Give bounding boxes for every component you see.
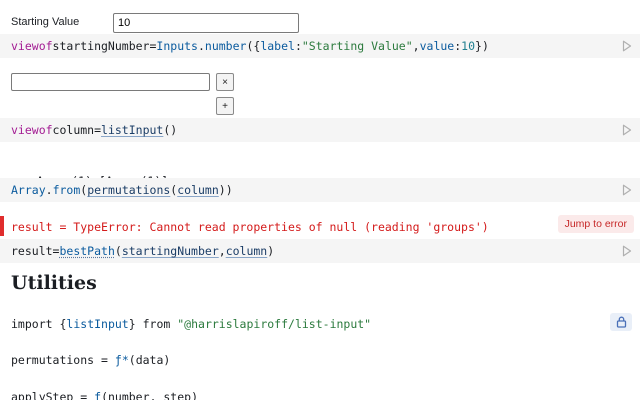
property-key: label: [260, 39, 295, 53]
variable-name: permutations: [11, 353, 95, 367]
keyword: viewof: [11, 39, 53, 53]
operator: =: [101, 353, 108, 367]
object-name: Inputs: [156, 39, 198, 53]
colon: :: [454, 39, 462, 53]
variable-name: column: [52, 123, 95, 137]
import-source: "@harrislapiroff/list-input": [177, 317, 372, 331]
number-literal: 10: [461, 39, 476, 53]
keyword: from: [142, 317, 171, 331]
permutations-cell[interactable]: permutations = ƒ*(data): [11, 353, 170, 367]
error-indicator: [0, 216, 4, 236]
list-item-input[interactable]: [11, 73, 210, 91]
dot: .: [45, 183, 53, 197]
remove-item-button[interactable]: ×: [216, 73, 234, 91]
close-paren: )): [218, 183, 233, 197]
brace: }: [128, 317, 136, 331]
variable-link[interactable]: column: [226, 244, 268, 258]
open-paren: ({: [246, 39, 261, 53]
apply-step-cell[interactable]: applyStep = ƒ(number, step): [11, 390, 198, 400]
close-paren: ): [267, 244, 275, 258]
object-name: Array: [11, 183, 46, 197]
variable-link[interactable]: startingNumber: [122, 244, 219, 258]
variable-name: startingNumber: [52, 39, 150, 53]
property-key: value: [419, 39, 455, 53]
add-item-button[interactable]: +: [216, 97, 234, 115]
open-paren: (: [114, 244, 122, 258]
open-paren: (: [170, 183, 178, 197]
jump-to-error-button[interactable]: Jump to error: [557, 215, 634, 233]
cell-viewof-starting-number[interactable]: viewof startingNumber = Inputs. number({l…: [0, 34, 640, 58]
function-link[interactable]: permutations: [87, 183, 170, 197]
dot: .: [197, 39, 205, 53]
comma: ,: [412, 39, 420, 53]
cell-array-from[interactable]: Array. from(permutations(column)): [0, 178, 640, 202]
lock-icon[interactable]: [610, 313, 632, 331]
cell-result[interactable]: result = bestPath(startingNumber, column…: [0, 239, 640, 263]
keyword: viewof: [11, 123, 53, 137]
variable-name: result: [11, 244, 53, 258]
starting-value-input[interactable]: [113, 13, 299, 33]
operator: =: [149, 39, 157, 53]
function-link[interactable]: bestPath: [59, 244, 114, 258]
run-cell-icon[interactable]: [622, 184, 632, 196]
run-cell-icon[interactable]: [622, 40, 632, 52]
method-name: from: [52, 183, 81, 197]
operator: =: [52, 244, 60, 258]
string-literal: "Starting Value": [301, 39, 413, 53]
variable-name: applyStep: [11, 390, 74, 400]
operator: =: [80, 390, 88, 400]
operator: =: [94, 123, 102, 137]
function-args: (data): [128, 353, 171, 367]
open-paren: (: [80, 183, 88, 197]
function-glyph: ƒ*: [114, 353, 129, 367]
function-args: (number, step): [101, 390, 198, 400]
starting-value-label: Starting Value: [11, 16, 80, 28]
close-paren: }): [475, 39, 489, 53]
call-parens: (): [163, 123, 178, 137]
keyword: import: [11, 317, 53, 331]
variable-link[interactable]: column: [177, 183, 219, 197]
run-cell-icon[interactable]: [622, 124, 632, 136]
cell-viewof-column[interactable]: viewof column = listInput(): [0, 118, 640, 142]
function-link[interactable]: listInput: [101, 123, 163, 137]
comma: ,: [218, 244, 226, 258]
colon: :: [294, 39, 302, 53]
import-cell[interactable]: import {listInput} from "@harrislapiroff…: [11, 317, 371, 331]
method-name: number: [204, 39, 247, 53]
section-heading: Utilities: [11, 272, 97, 294]
error-message: result = TypeError: Cannot read properti…: [11, 220, 489, 234]
imported-name: listInput: [66, 317, 129, 331]
run-cell-icon[interactable]: [622, 245, 632, 257]
